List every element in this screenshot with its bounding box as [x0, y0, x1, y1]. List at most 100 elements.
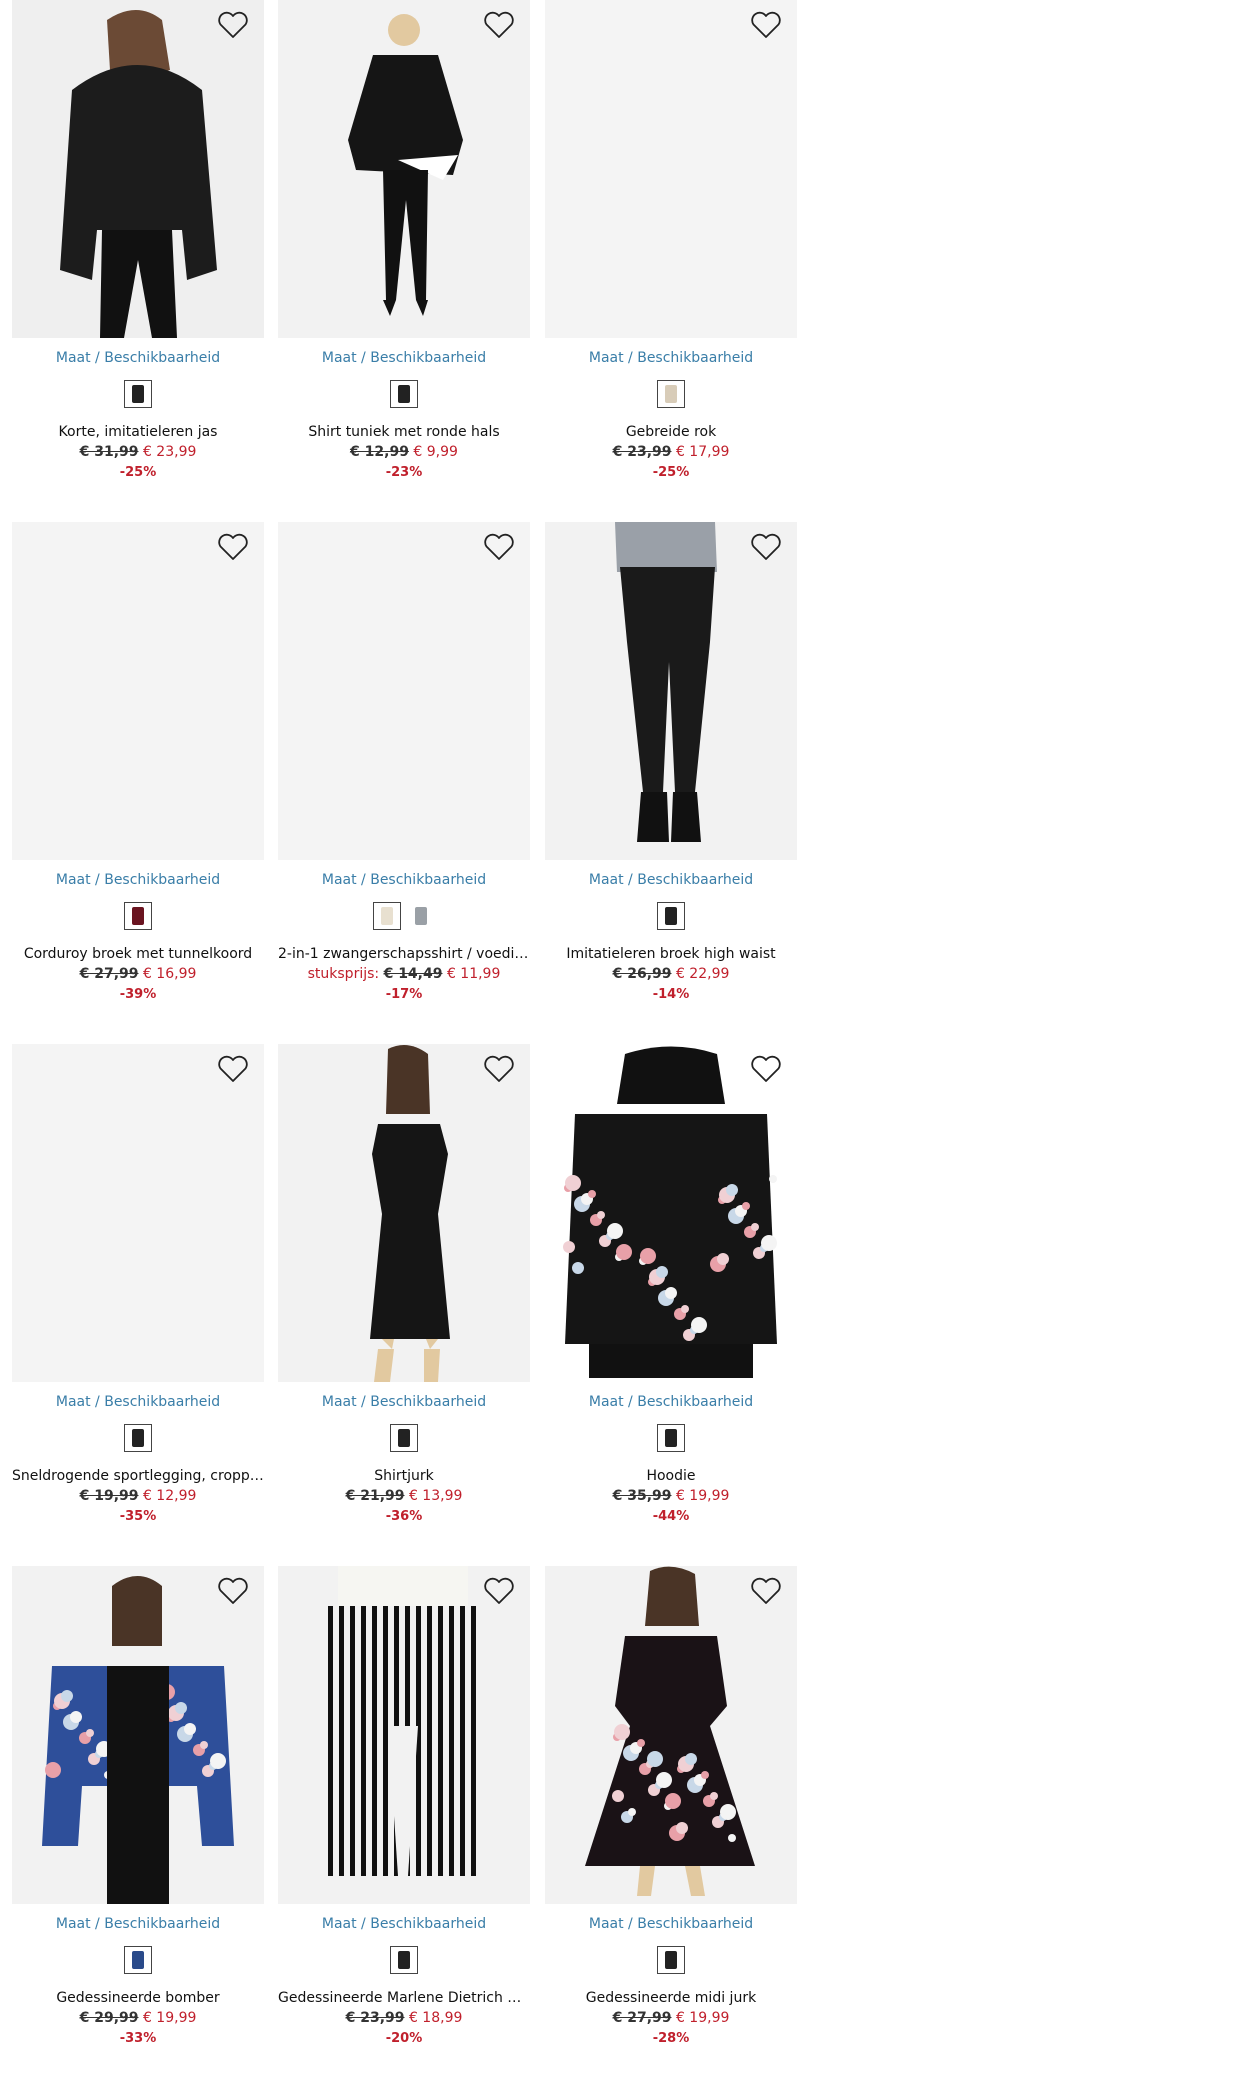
dress-swatch-icon[interactable] [657, 1946, 685, 1974]
product-card[interactable]: Maat / Beschikbaarheid Corduroy broek met… [12, 522, 264, 1008]
price-line: € 26,99 € 22,99 [545, 966, 797, 982]
product-image[interactable] [545, 1044, 797, 1382]
price-line: stuksprijs: € 14,49 € 11,99 [278, 966, 530, 982]
wishlist-heart-icon[interactable] [482, 1054, 516, 1084]
hoodie-swatch-icon[interactable] [657, 1424, 685, 1452]
discount-badge: -14% [652, 987, 690, 1002]
product-name[interactable]: Shirt tuniek met ronde hals [278, 424, 530, 440]
size-availability-link[interactable]: Maat / Beschikbaarheid [12, 1394, 264, 1410]
wishlist-heart-icon[interactable] [482, 532, 516, 562]
product-card[interactable]: Maat / Beschikbaarheid Shirtjurk € 21,99 €… [278, 1044, 530, 1530]
color-swatches [12, 380, 264, 410]
product-card[interactable]: Maat / Beschikbaarheid Imitatieleren broe… [545, 522, 797, 1008]
wishlist-heart-icon[interactable] [216, 1054, 250, 1084]
size-availability-link[interactable]: Maat / Beschikbaarheid [278, 1916, 530, 1932]
product-name[interactable]: Corduroy broek met tunnelkoord [12, 946, 264, 962]
skirt-swatch-icon[interactable] [657, 380, 685, 408]
product-name[interactable]: Shirtjurk [278, 1468, 530, 1484]
product-name[interactable]: Korte, imitatieleren jas [12, 424, 264, 440]
size-availability-link[interactable]: Maat / Beschikbaarheid [545, 872, 797, 888]
product-image[interactable] [545, 0, 797, 338]
product-card[interactable]: Maat / Beschikbaarheid Gedessineerde bomb… [12, 1566, 264, 2052]
jacket-swatch-icon[interactable] [124, 380, 152, 408]
size-availability-link[interactable]: Maat / Beschikbaarheid [278, 350, 530, 366]
product-image[interactable] [545, 522, 797, 860]
shirt-swatch-icon[interactable] [390, 380, 418, 408]
bomber-swatch-icon[interactable] [124, 1946, 152, 1974]
size-availability-link[interactable]: Maat / Beschikbaarheid [545, 1394, 797, 1410]
trousers-swatch-icon[interactable] [657, 902, 685, 930]
old-price: € 14,49 [383, 966, 443, 982]
product-image[interactable] [278, 0, 530, 338]
old-price: € 21,99 [345, 1488, 405, 1504]
sale-price: € 17,99 [675, 444, 730, 460]
discount-badge: -33% [119, 2031, 157, 2046]
leggings-swatch-icon[interactable] [124, 1424, 152, 1452]
product-name[interactable]: Gedessineerde Marlene Dietrich br... [278, 1990, 530, 2006]
color-swatches [545, 1946, 797, 1976]
color-swatches [278, 1424, 530, 1454]
old-price: € 23,99 [345, 2010, 405, 2026]
size-availability-link[interactable]: Maat / Beschikbaarheid [12, 1916, 264, 1932]
wishlist-heart-icon[interactable] [749, 1054, 783, 1084]
product-image[interactable] [545, 1566, 797, 1904]
product-card[interactable]: Maat / Beschikbaarheid Gedessineerde midi… [545, 1566, 797, 2052]
shirt-swatch-icon[interactable] [373, 902, 401, 930]
product-card[interactable]: Maat / Beschikbaarheid Sneldrogende sport… [12, 1044, 264, 1530]
size-availability-link[interactable]: Maat / Beschikbaarheid [12, 872, 264, 888]
wishlist-heart-icon[interactable] [216, 10, 250, 40]
trousers-swatch-icon[interactable] [390, 1946, 418, 1974]
product-name[interactable]: Sneldrogende sportlegging, cropped [12, 1468, 264, 1484]
old-price: € 31,99 [79, 444, 139, 460]
product-name[interactable]: Imitatieleren broek high waist [545, 946, 797, 962]
product-image[interactable] [278, 1044, 530, 1382]
size-availability-link[interactable]: Maat / Beschikbaarheid [545, 350, 797, 366]
price-line: € 27,99 € 16,99 [12, 966, 264, 982]
wishlist-heart-icon[interactable] [216, 532, 250, 562]
wishlist-heart-icon[interactable] [216, 1576, 250, 1606]
dress-swatch-icon[interactable] [390, 1424, 418, 1452]
product-image[interactable] [278, 522, 530, 860]
product-name[interactable]: 2-in-1 zwangerschapsshirt / voeding... [278, 946, 530, 962]
discount-badge: -25% [119, 465, 157, 480]
product-card[interactable]: Maat / Beschikbaarheid Korte, imitatieler… [12, 0, 264, 486]
color-swatches [12, 1946, 264, 1976]
sale-price: € 16,99 [142, 966, 197, 982]
discount-badge: -20% [385, 2031, 423, 2046]
discount-badge: -25% [652, 465, 690, 480]
shirt-swatch-icon[interactable] [407, 902, 435, 930]
color-swatches [278, 1946, 530, 1976]
size-availability-link[interactable]: Maat / Beschikbaarheid [278, 872, 530, 888]
price-line: € 12,99 € 9,99 [278, 444, 530, 460]
product-card[interactable]: Maat / Beschikbaarheid Gedessineerde Marl… [278, 1566, 530, 2052]
wishlist-heart-icon[interactable] [749, 1576, 783, 1606]
size-availability-link[interactable]: Maat / Beschikbaarheid [12, 350, 264, 366]
wishlist-heart-icon[interactable] [482, 1576, 516, 1606]
sale-price: € 9,99 [413, 444, 458, 460]
old-price: € 35,99 [612, 1488, 672, 1504]
product-image[interactable] [12, 0, 264, 338]
size-availability-link[interactable]: Maat / Beschikbaarheid [545, 1916, 797, 1932]
sale-price: € 13,99 [408, 1488, 463, 1504]
product-card[interactable]: Maat / Beschikbaarheid Gebreide rok € 23,9… [545, 0, 797, 486]
discount-badge: -35% [119, 1509, 157, 1524]
product-image[interactable] [278, 1566, 530, 1904]
size-availability-link[interactable]: Maat / Beschikbaarheid [278, 1394, 530, 1410]
product-name[interactable]: Hoodie [545, 1468, 797, 1484]
wishlist-heart-icon[interactable] [749, 10, 783, 40]
product-card[interactable]: Maat / Beschikbaarheid Shirt tuniek met r… [278, 0, 530, 486]
product-name[interactable]: Gedessineerde midi jurk [545, 1990, 797, 2006]
wishlist-heart-icon[interactable] [749, 532, 783, 562]
product-card[interactable]: Maat / Beschikbaarheid Hoodie € 35,99 € 19… [545, 1044, 797, 1530]
product-card[interactable]: Maat / Beschikbaarheid 2-in-1 zwangerscha… [278, 522, 530, 1008]
product-image[interactable] [12, 522, 264, 860]
price-line: € 35,99 € 19,99 [545, 1488, 797, 1504]
wishlist-heart-icon[interactable] [482, 10, 516, 40]
product-image[interactable] [12, 1566, 264, 1904]
product-name[interactable]: Gebreide rok [545, 424, 797, 440]
trousers-swatch-icon[interactable] [124, 902, 152, 930]
old-price: € 29,99 [79, 2010, 139, 2026]
product-image[interactable] [12, 1044, 264, 1382]
discount-badge: -23% [385, 465, 423, 480]
product-name[interactable]: Gedessineerde bomber [12, 1990, 264, 2006]
